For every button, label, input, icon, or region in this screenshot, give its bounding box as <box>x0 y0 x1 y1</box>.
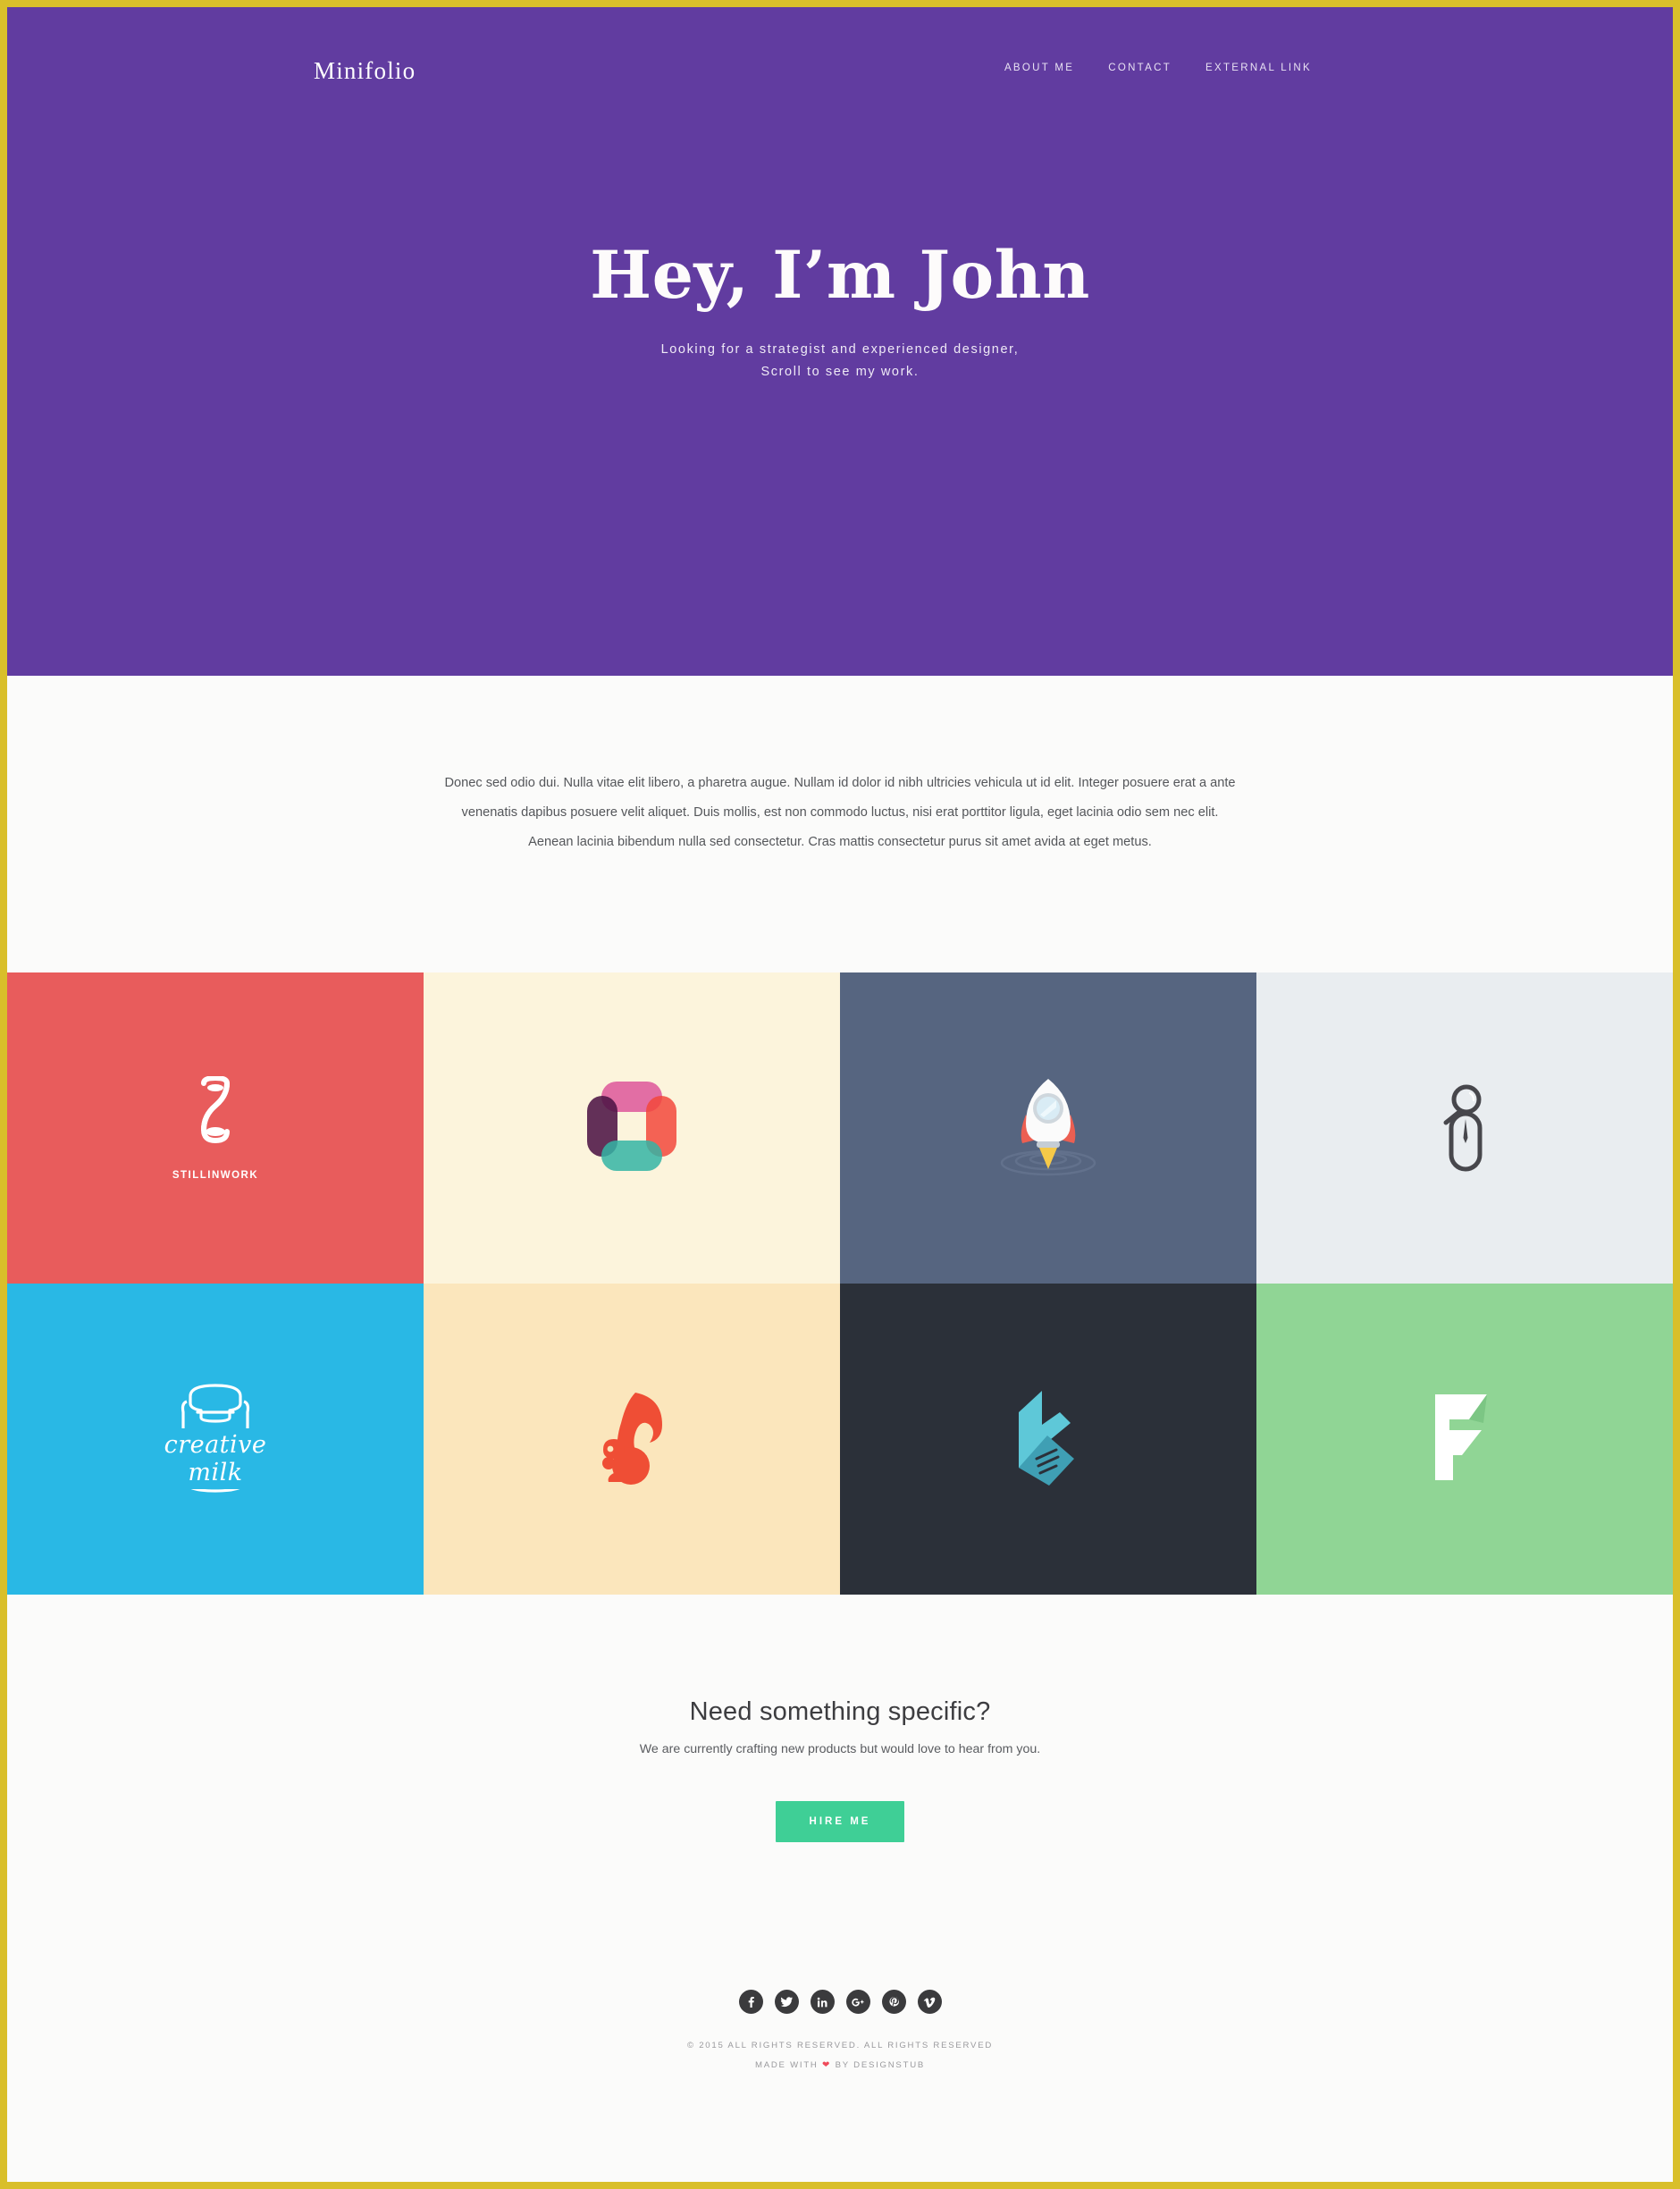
tile-angular-k[interactable] <box>840 1284 1256 1595</box>
hire-me-button[interactable]: HIRE ME <box>775 1801 905 1843</box>
hero-content: Hey, I’m John Looking for a strategist a… <box>7 241 1673 383</box>
squirrel-icon <box>591 1387 673 1492</box>
tile-label: STILLINWORK <box>172 1169 259 1181</box>
nav-contact[interactable]: CONTACT <box>1108 63 1172 73</box>
page-frame: Minifolio ABOUT ME CONTACT EXTERNAL LINK… <box>7 7 1673 2182</box>
angular-k-logo-icon <box>1010 1385 1087 1494</box>
site-footer: © 2015 ALL RIGHTS RESERVED. ALL RIGHTS R… <box>7 1990 1673 2130</box>
intro-section: Donec sed odio dui. Nulla vitae elit lib… <box>7 676 1673 857</box>
copyright-text: © 2015 ALL RIGHTS RESERVED. ALL RIGHTS R… <box>686 2041 994 2051</box>
magnifier-mouse-icon <box>1436 1081 1493 1176</box>
made-with-prefix: MADE WITH <box>754 2060 819 2071</box>
facebook-icon[interactable] <box>738 1990 763 2015</box>
tile-angular-f[interactable] <box>1256 1284 1673 1595</box>
tile-stillinwork[interactable]: STILLINWORK <box>7 972 424 1284</box>
social-links <box>7 1990 1673 2015</box>
made-with-suffix: BY DESIGNSTUB <box>835 2060 926 2071</box>
tile-label: creative milk <box>144 1428 287 1490</box>
intro-paragraph: Donec sed odio dui. Nulla vitae elit lib… <box>444 776 1236 849</box>
cta-subtitle: We are currently crafting new products b… <box>639 1742 1041 1757</box>
hero-subtitle-line-2: Scroll to see my work. <box>760 365 920 380</box>
angular-f-logo-icon <box>1432 1387 1498 1492</box>
site-brand-logo[interactable]: Minifolio <box>314 57 416 85</box>
vimeo-icon[interactable] <box>917 1990 942 2015</box>
hourglass-icon <box>189 1074 241 1150</box>
hero-subtitle-line-1: Looking for a strategist and experienced… <box>660 341 1020 357</box>
primary-nav: ABOUT ME CONTACT EXTERNAL LINK <box>1004 63 1312 73</box>
tile-rocket[interactable] <box>840 972 1256 1284</box>
tile-square-frame[interactable] <box>424 972 840 1284</box>
milk-can-icon: creative milk <box>144 1377 287 1502</box>
nav-about-me[interactable]: ABOUT ME <box>1004 63 1074 73</box>
hero-section: Minifolio ABOUT ME CONTACT EXTERNAL LINK… <box>7 7 1673 676</box>
hero-subtitle: Looking for a strategist and experienced… <box>7 339 1673 384</box>
navigation-bar: Minifolio ABOUT ME CONTACT EXTERNAL LINK <box>7 50 1673 86</box>
hero-title: Hey, I’m John <box>590 237 1090 314</box>
rocket-icon <box>990 1068 1106 1189</box>
twitter-icon[interactable] <box>774 1990 799 2015</box>
nav-external-link[interactable]: EXTERNAL LINK <box>1205 63 1312 73</box>
cta-title: Need something specific? <box>689 1697 991 1727</box>
tile-magnifier-mouse[interactable] <box>1256 972 1673 1284</box>
google-plus-icon[interactable] <box>845 1990 870 2015</box>
made-with-text: MADE WITH ❤ BY DESIGNSTUB <box>7 2056 1673 2076</box>
tile-creative-milk[interactable]: creative milk <box>7 1284 424 1595</box>
heart-icon: ❤ <box>822 2060 832 2071</box>
color-square-frame-icon <box>584 1078 680 1179</box>
tile-squirrel[interactable] <box>424 1284 840 1595</box>
pinterest-icon[interactable] <box>881 1990 906 2015</box>
cta-section: Need something specific? We are currentl… <box>7 1595 1673 1843</box>
portfolio-grid: STILLINWORK creative milk <box>7 972 1673 1595</box>
linkedin-icon[interactable] <box>810 1990 835 2015</box>
